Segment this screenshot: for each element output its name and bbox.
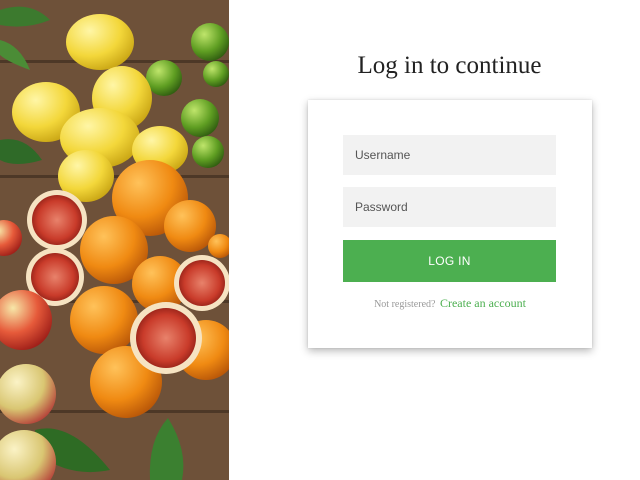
register-prompt-text: Not registered? <box>374 299 436 310</box>
create-account-link[interactable]: Create an account <box>440 296 526 310</box>
citrus-fruit-photo <box>0 0 229 480</box>
password-field[interactable] <box>343 187 556 227</box>
page-heading: Log in to continue <box>357 52 542 79</box>
register-prompt: Not registered? Create an account <box>308 296 592 311</box>
login-card: LOG IN Not registered? Create an account <box>308 100 592 348</box>
login-button[interactable]: LOG IN <box>343 240 556 282</box>
username-field[interactable] <box>343 135 556 175</box>
